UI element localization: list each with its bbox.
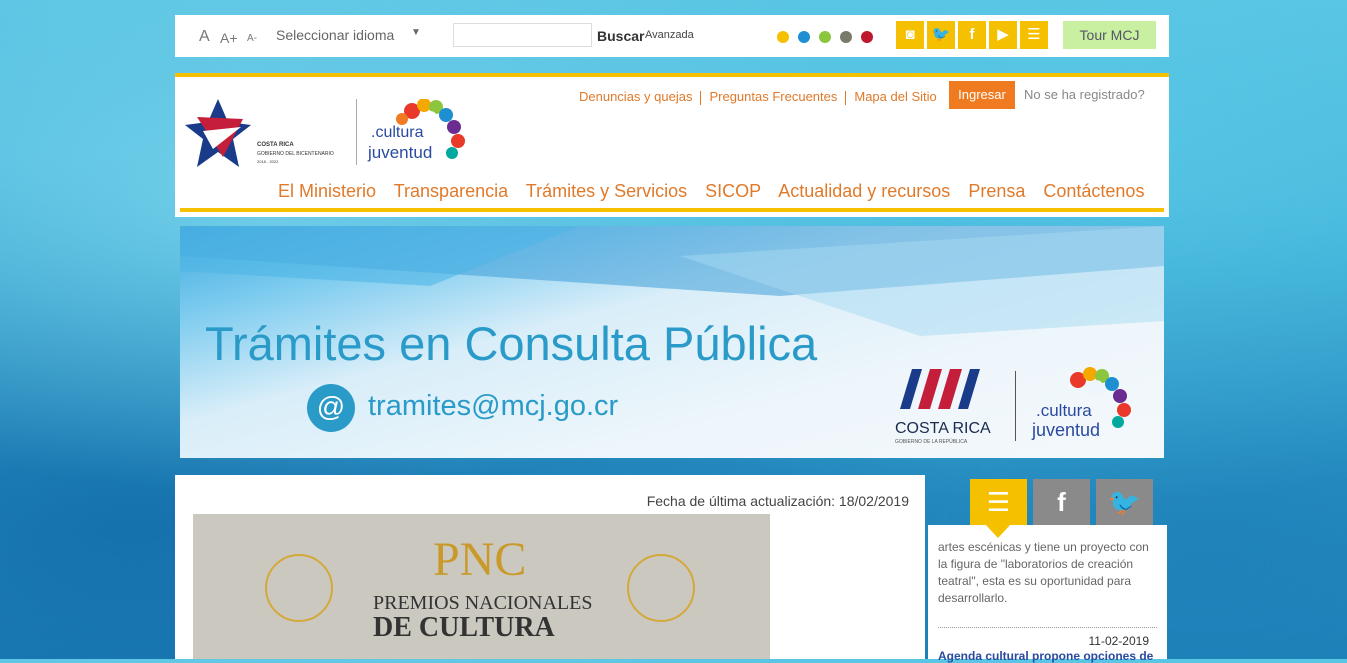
nav-item-contactenos[interactable]: Contáctenos — [1043, 181, 1144, 201]
main-content: Fecha de última actualización: 18/02/201… — [175, 475, 925, 659]
register-link[interactable]: No se ha registrado? — [1024, 87, 1145, 102]
nav-item-prensa[interactable]: Prensa — [968, 181, 1025, 201]
pnc-logo-text: PNC — [433, 533, 527, 586]
hero-banner[interactable]: Trámites en Consulta Pública @ tramites@… — [180, 226, 1164, 458]
nav-item-ministerio[interactable]: El Ministerio — [278, 181, 376, 201]
rss-icon[interactable]: ☰ — [970, 479, 1027, 525]
banner-mcj-line2: juventud — [1032, 420, 1101, 440]
search-input[interactable] — [453, 23, 592, 47]
site-header: COSTA RICA GOBIERNO DEL BICENTENARIO 201… — [175, 73, 1169, 217]
last-updated-label: Fecha de última actualización: 18/02/201… — [646, 493, 909, 509]
premios-nacionales-image[interactable]: PNC PREMIOS NACIONALES DE CULTURA — [193, 514, 770, 659]
facebook-icon[interactable]: f — [958, 21, 986, 49]
mcj-logo-line1: .cultura — [371, 124, 424, 141]
news-link[interactable]: Agenda cultural propone opciones de — [938, 649, 1153, 663]
header-accent-bar — [180, 208, 1164, 212]
banner-title: Trámites en Consulta Pública — [205, 317, 818, 370]
nav-item-transparencia[interactable]: Transparencia — [394, 181, 508, 201]
search-button[interactable]: Buscar — [597, 28, 644, 44]
advanced-search-link[interactable]: Avanzada — [645, 29, 694, 41]
font-size-decrease-button[interactable]: A- — [247, 33, 257, 44]
banner-logo-divider — [1015, 371, 1016, 441]
tour-button[interactable]: Tour MCJ — [1063, 21, 1156, 49]
link-separator — [845, 90, 847, 105]
link-separator — [700, 90, 702, 105]
sitemap-link[interactable]: Mapa del Sitio — [854, 89, 936, 104]
font-size-normal-button[interactable]: A — [199, 28, 210, 46]
complaints-link[interactable]: Denuncias y quejas — [579, 89, 692, 104]
twitter-icon[interactable]: 🐦 — [927, 21, 955, 49]
top-toolbar: A A+ A- Seleccionar idioma ▼ Buscar Avan… — [175, 15, 1169, 57]
youtube-icon[interactable]: ▶ — [989, 21, 1017, 49]
instagram-icon[interactable]: ◙ — [896, 21, 924, 49]
nav-item-sicop[interactable]: SICOP — [705, 181, 761, 201]
nav-item-actualidad[interactable]: Actualidad y recursos — [778, 181, 950, 201]
chevron-down-icon[interactable]: ▼ — [411, 27, 421, 38]
mcj-logo-line2: juventud — [368, 143, 433, 162]
email-icon: @ — [307, 384, 355, 432]
main-nav: El Ministerio Transparencia Trámites y S… — [278, 181, 1157, 202]
news-date: 11-02-2019 — [1088, 634, 1150, 648]
news-excerpt: artes escénicas y tiene un proyecto con … — [938, 540, 1149, 605]
gov-logo-line1: COSTA RICA — [257, 142, 294, 148]
news-feed-panel: artes escénicas y tiene un proyecto con … — [928, 525, 1167, 663]
header-top-links: Denuncias y quejas Preguntas Frecuentes Ma… — [579, 89, 937, 105]
theme-yellow-button[interactable] — [777, 31, 789, 43]
font-size-increase-button[interactable]: A+ — [220, 30, 238, 46]
banner-gov-label: GOBIERNO DE LA REPÚBLICA — [895, 439, 968, 445]
login-button[interactable]: Ingresar — [949, 81, 1015, 109]
rss-icon[interactable]: ☰ — [1020, 21, 1048, 49]
logo-divider — [356, 99, 357, 165]
nav-item-tramites[interactable]: Trámites y Servicios — [526, 181, 687, 201]
banner-costa-rica-label: COSTA RICA — [895, 420, 991, 437]
theme-green-button[interactable] — [819, 31, 831, 43]
theme-red-button[interactable] — [861, 31, 873, 43]
news-divider — [938, 627, 1157, 628]
facebook-icon[interactable]: f — [1033, 479, 1090, 525]
banner-email[interactable]: tramites@mcj.go.cr — [368, 390, 618, 423]
theme-blue-button[interactable] — [798, 31, 810, 43]
gov-logo-line2: GOBIERNO DEL BICENTENARIO — [257, 151, 334, 157]
pnc-title-line2: DE CULTURA — [373, 612, 555, 643]
flower-ornament-icon — [265, 554, 333, 622]
gov-logo-line3: 2018 - 2022 — [257, 159, 279, 164]
twitter-icon[interactable]: 🐦 — [1096, 479, 1153, 525]
costa-rica-stripes-logo — [900, 369, 980, 409]
costa-rica-government-logo[interactable] — [183, 97, 253, 173]
language-select[interactable]: Seleccionar idioma — [276, 27, 394, 43]
faq-link[interactable]: Preguntas Frecuentes — [709, 89, 837, 104]
theme-gray-button[interactable] — [840, 31, 852, 43]
banner-mcj-line1: .cultura — [1036, 401, 1092, 420]
flower-ornament-icon — [627, 554, 695, 622]
active-tab-pointer — [985, 524, 1011, 538]
